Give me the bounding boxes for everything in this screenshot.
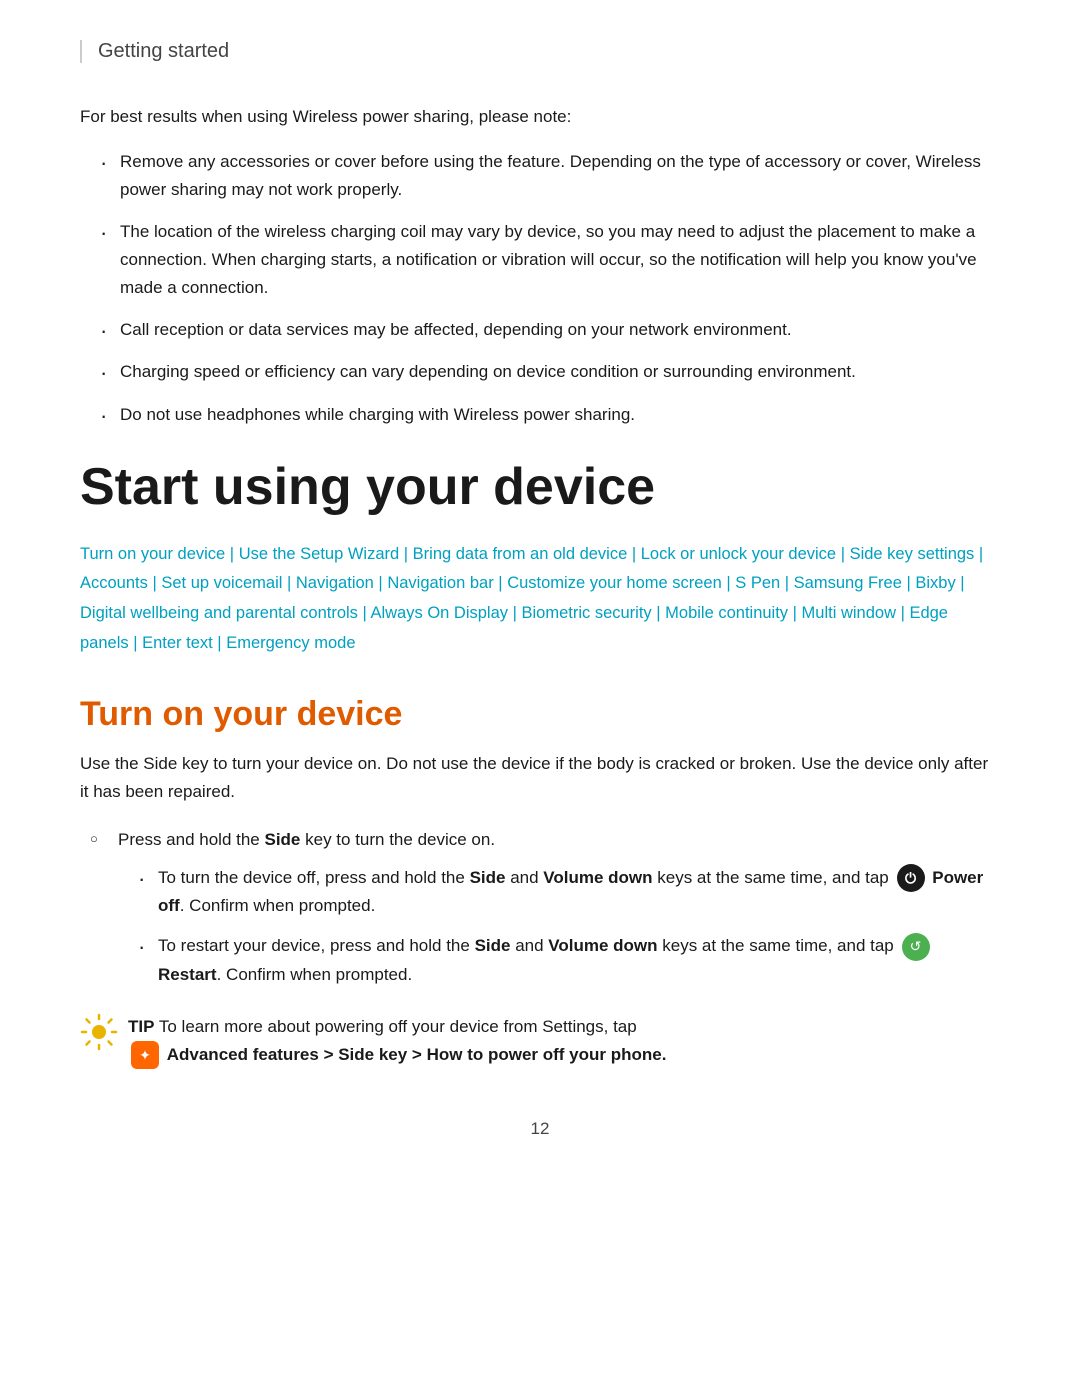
nav-link-always-on[interactable]: Always On Display (370, 604, 508, 622)
bold-volume-down: Volume down (543, 868, 652, 887)
sub-bullet-power-off: To turn the device off, press and hold t… (138, 864, 1000, 921)
nav-link-lock-unlock[interactable]: Lock or unlock your device (641, 545, 836, 563)
nav-link-bring-data[interactable]: Bring data from an old device (413, 545, 628, 563)
nav-link-accounts[interactable]: Accounts (80, 574, 148, 592)
main-section-title: Start using your device (80, 459, 1000, 516)
nav-link-enter-text[interactable]: Enter text (142, 634, 213, 652)
nav-link-turn-on[interactable]: Turn on your device (80, 545, 225, 563)
bullet-item: The location of the wireless charging co… (100, 218, 1000, 302)
restart-icon: ↺ (902, 933, 930, 961)
bullet-item: Do not use headphones while charging wit… (100, 401, 1000, 429)
nav-link-spen[interactable]: S Pen (735, 574, 780, 592)
nav-link-navigation[interactable]: Navigation (296, 574, 374, 592)
tip-box: TIP To learn more about powering off you… (80, 1013, 1000, 1070)
nav-link-navigation-bar[interactable]: Navigation bar (387, 574, 493, 592)
bullet-item: Charging speed or efficiency can vary de… (100, 358, 1000, 386)
tip-label: TIP (128, 1017, 154, 1036)
advanced-features-icon: ✦ (131, 1041, 159, 1069)
nav-link-mobile-continuity[interactable]: Mobile continuity (665, 604, 788, 622)
nav-link-digital-wellbeing[interactable]: Digital wellbeing and parental controls (80, 604, 358, 622)
page-header: Getting started (80, 40, 1000, 63)
tip-bold-text: Advanced features > Side key > How to po… (167, 1045, 667, 1064)
intro-paragraph: For best results when using Wireless pow… (80, 103, 1000, 130)
sub-bullet-list: To turn the device off, press and hold t… (138, 864, 1000, 989)
bold-side: Side (470, 868, 506, 887)
tip-text: To learn more about powering off your de… (159, 1017, 637, 1036)
nav-link-multi-window[interactable]: Multi window (802, 604, 896, 622)
nav-link-bixby[interactable]: Bixby (915, 574, 955, 592)
nav-link-emergency-mode[interactable]: Emergency mode (226, 634, 355, 652)
nav-link-customize-home[interactable]: Customize your home screen (507, 574, 722, 592)
header-title: Getting started (98, 40, 229, 62)
sub-bullet-restart: To restart your device, press and hold t… (138, 932, 1000, 989)
nav-link-samsung-free[interactable]: Samsung Free (794, 574, 902, 592)
subsection-title: Turn on your device (80, 695, 1000, 734)
subsection-body: Use the Side key to turn your device on.… (80, 750, 1000, 806)
page-number: 12 (80, 1119, 1000, 1139)
tip-sun-icon (80, 1013, 118, 1051)
nav-link-setup-wizard[interactable]: Use the Setup Wizard (239, 545, 400, 563)
nav-link-voicemail[interactable]: Set up voicemail (161, 574, 282, 592)
bullet-item: Remove any accessories or cover before u… (100, 148, 1000, 204)
nav-link-side-key[interactable]: Side key settings (850, 545, 975, 563)
bullet-item: Call reception or data services may be a… (100, 316, 1000, 344)
tip-content: TIP To learn more about powering off you… (128, 1013, 666, 1070)
circle-bullet-list: Press and hold the Side key to turn the … (90, 826, 1000, 989)
nav-links-container: Turn on your device | Use the Setup Wiza… (80, 540, 1000, 659)
bold-side-key: Side (264, 830, 300, 849)
power-off-icon: ⏻ (897, 864, 925, 892)
bold-volume-down-2: Volume down (548, 936, 657, 955)
bold-restart: Restart (158, 965, 217, 984)
bold-side-2: Side (475, 936, 511, 955)
circle-bullet-item: Press and hold the Side key to turn the … (90, 826, 1000, 989)
intro-bullet-list: Remove any accessories or cover before u… (100, 148, 1000, 428)
nav-link-biometric[interactable]: Biometric security (521, 604, 651, 622)
